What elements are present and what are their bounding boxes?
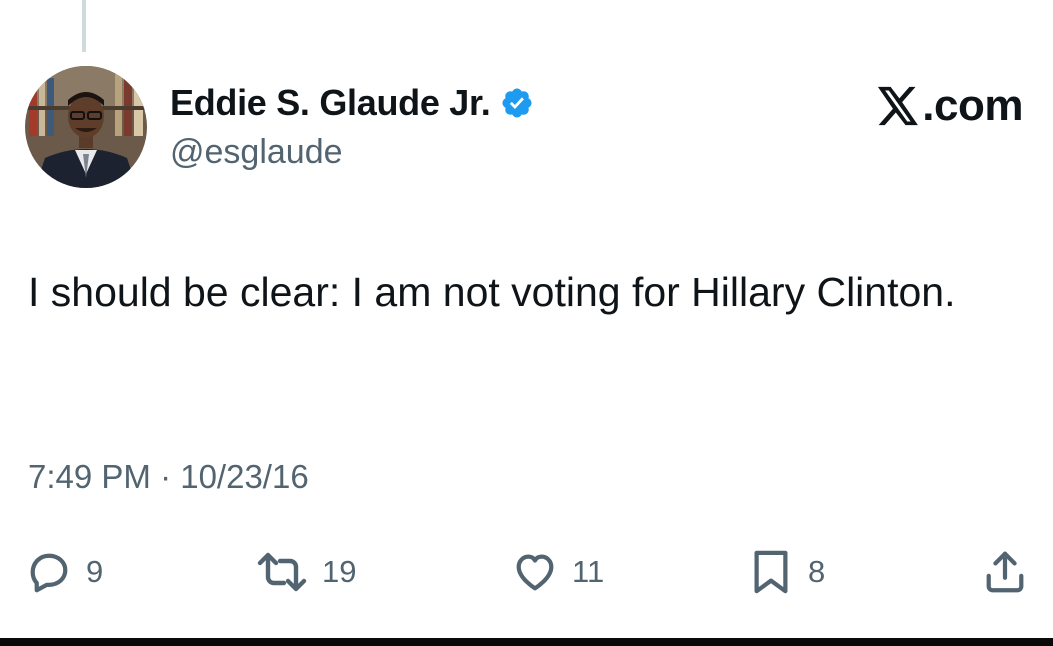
like-count: 11 — [572, 554, 605, 589]
bookmark-count: 8 — [808, 554, 826, 589]
brand-watermark: .com — [876, 80, 1023, 132]
tweet-body-text: I should be clear: I am not voting for H… — [28, 269, 956, 315]
author-name-row: Eddie S. Glaude Jr. — [170, 80, 534, 126]
repost-button[interactable]: 19 — [256, 542, 356, 602]
tweet-action-bar: 9 19 11 8 — [0, 542, 1053, 602]
avatar[interactable] — [25, 66, 147, 188]
author-display-name[interactable]: Eddie S. Glaude Jr. — [170, 82, 491, 124]
thread-connector-line — [82, 0, 86, 52]
avatar-photo — [25, 66, 147, 188]
author-handle[interactable]: @esglaude — [170, 133, 343, 172]
share-icon — [986, 551, 1024, 593]
brand-suffix-text: .com — [922, 81, 1023, 130]
reply-icon — [30, 553, 68, 593]
reply-count: 9 — [86, 554, 104, 589]
like-button[interactable]: 11 — [512, 542, 604, 602]
bookmark-icon — [754, 550, 788, 594]
tweet-timestamp[interactable]: 7:49 PM · 10/23/16 — [28, 458, 309, 496]
bottom-border — [0, 638, 1053, 646]
repost-icon — [257, 552, 307, 592]
verified-badge-icon — [500, 86, 534, 120]
reply-button[interactable]: 9 — [26, 542, 103, 602]
share-button[interactable] — [982, 542, 1028, 602]
bookmark-button[interactable]: 8 — [748, 542, 825, 602]
x-logo-icon — [876, 85, 920, 127]
heart-icon — [516, 554, 554, 591]
repost-count: 19 — [322, 554, 357, 589]
